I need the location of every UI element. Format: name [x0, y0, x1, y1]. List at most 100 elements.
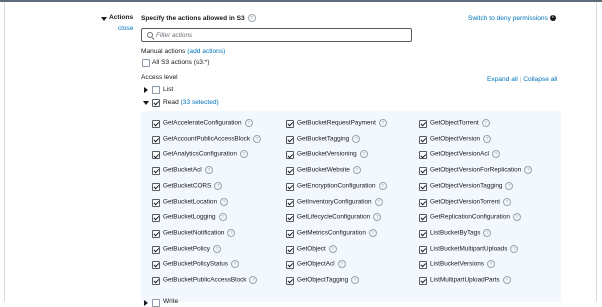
permission-checkbox[interactable]	[152, 167, 160, 176]
permission-item: GetObject?	[297, 244, 337, 253]
permission-checkbox[interactable]	[419, 277, 427, 285]
collapse-all-link[interactable]: Collapse all	[523, 76, 557, 83]
switch-to-deny-link[interactable]: Switch to deny permissions	[468, 15, 548, 22]
question-circle-icon[interactable]: ?	[481, 119, 490, 127]
permission-item: ListMultipartUploadParts?	[430, 276, 511, 284]
permission-checkbox[interactable]	[419, 182, 427, 191]
permission-checkbox[interactable]	[286, 135, 294, 144]
question-circle-icon[interactable]: ?	[502, 276, 511, 284]
permission-checkbox[interactable]	[419, 214, 427, 223]
actions-close-link[interactable]: close	[118, 25, 133, 32]
question-circle-icon[interactable]: ?	[328, 244, 337, 253]
permission-checkbox[interactable]	[286, 182, 294, 191]
actions-title-text: Specify the actions allowed in S3	[141, 14, 245, 22]
add-actions-link[interactable]: (add actions)	[187, 48, 225, 55]
permission-checkbox[interactable]	[152, 229, 160, 238]
question-circle-icon[interactable]: ?	[373, 213, 382, 222]
permission-checkbox[interactable]	[419, 229, 427, 238]
write-checkbox[interactable]	[152, 299, 160, 307]
permission-checkbox[interactable]	[286, 120, 294, 128]
all-s3-actions-checkbox[interactable]	[142, 59, 150, 67]
permission-checkbox[interactable]	[419, 198, 427, 207]
permission-checkbox[interactable]	[286, 277, 294, 285]
permission-label: GetLifecycleConfiguration	[297, 213, 371, 221]
question-circle-icon[interactable]: ?	[512, 213, 521, 222]
permission-checkbox[interactable]	[286, 198, 294, 207]
list-expand-caret[interactable]	[144, 87, 148, 93]
question-circle-icon[interactable]: ?	[487, 260, 495, 269]
filter-actions-input[interactable]	[156, 30, 406, 40]
question-circle-icon[interactable]: ?	[220, 197, 228, 206]
permission-checkbox[interactable]	[286, 151, 294, 160]
question-circle-icon[interactable]: ?	[483, 228, 492, 237]
read-collapse-caret[interactable]	[143, 101, 149, 105]
question-circle-icon[interactable]: ?	[231, 260, 240, 269]
question-circle-icon[interactable]: ?	[253, 134, 262, 143]
question-circle-icon[interactable]: ?	[351, 276, 360, 284]
question-circle-icon[interactable]: ?	[218, 213, 227, 222]
all-s3-actions-label: All S3 actions (s3:*)	[152, 59, 210, 66]
permission-item: GetBucketVersioning?	[297, 150, 368, 159]
permission-checkbox[interactable]	[152, 214, 160, 223]
info-circle-icon[interactable]: i	[549, 15, 556, 22]
permission-checkbox[interactable]	[419, 261, 427, 270]
permission-checkbox[interactable]	[152, 135, 160, 144]
question-circle-icon[interactable]: ?	[378, 181, 387, 190]
write-expand-caret[interactable]	[144, 300, 148, 306]
permission-checkbox[interactable]	[152, 277, 160, 285]
permission-checkbox[interactable]	[419, 245, 427, 254]
permission-item: GetObjectVersionAcl?	[430, 150, 500, 159]
question-circle-icon[interactable]: ?	[505, 181, 514, 190]
permission-label: ListBucketByTags	[430, 229, 481, 237]
question-circle-icon[interactable]: ?	[378, 119, 387, 127]
question-circle-icon[interactable]: ?	[359, 150, 368, 159]
question-circle-icon[interactable]: ?	[249, 276, 258, 284]
question-circle-icon[interactable]: ?	[214, 181, 223, 190]
permission-label: ListBucketVersions	[430, 260, 484, 268]
question-circle-icon[interactable]: ?	[244, 119, 253, 127]
question-circle-icon[interactable]: ?	[524, 166, 533, 175]
question-circle-icon[interactable]: ?	[368, 228, 377, 237]
permission-checkbox[interactable]	[152, 120, 160, 128]
permission-label: GetBucketVersioning	[297, 151, 357, 159]
actions-collapse-caret[interactable]	[101, 17, 107, 21]
list-checkbox[interactable]	[152, 86, 160, 94]
permission-checkbox[interactable]	[286, 167, 294, 176]
expand-all-link[interactable]: Expand all	[487, 76, 518, 83]
question-circle-icon[interactable]: ?	[491, 150, 500, 159]
permission-checkbox[interactable]	[152, 198, 160, 207]
permission-item: GetObjectVersionForReplication?	[430, 166, 533, 175]
permission-checkbox[interactable]	[286, 214, 294, 223]
question-circle-icon[interactable]: ?	[374, 197, 383, 206]
permission-item: GetBucketCORS?	[163, 181, 223, 190]
permission-item: GetBucketNotification?	[163, 228, 236, 237]
permission-checkbox[interactable]	[286, 261, 294, 270]
question-circle-icon[interactable]: ?	[212, 244, 221, 253]
permission-checkbox[interactable]	[152, 151, 160, 160]
question-circle-icon[interactable]: ?	[502, 197, 511, 206]
question-circle-icon[interactable]: ?	[483, 134, 492, 143]
read-selected-count[interactable]: (33 selected)	[181, 99, 219, 106]
permission-checkbox[interactable]	[419, 167, 427, 176]
question-circle-icon[interactable]: ?	[247, 14, 256, 22]
question-circle-icon[interactable]: ?	[510, 244, 519, 253]
permission-item: GetObjectTorrent?	[430, 119, 490, 127]
question-circle-icon[interactable]: ?	[204, 166, 213, 175]
permission-checkbox[interactable]	[152, 245, 160, 254]
read-checkbox[interactable]	[152, 99, 160, 107]
permission-label: GetBucketRequestPayment	[297, 119, 376, 127]
question-circle-icon[interactable]: ?	[352, 166, 361, 175]
permission-checkbox[interactable]	[152, 182, 160, 191]
permission-checkbox[interactable]	[152, 261, 160, 270]
permission-checkbox[interactable]	[419, 135, 427, 144]
question-circle-icon[interactable]: ?	[352, 134, 361, 143]
permission-checkbox[interactable]	[286, 229, 294, 238]
permission-checkbox[interactable]	[419, 120, 427, 128]
permission-label: ListBucketMultipartUploads	[430, 245, 508, 253]
permission-label: GetBucketPolicy	[163, 245, 210, 253]
permission-checkbox[interactable]	[286, 245, 294, 254]
question-circle-icon[interactable]: ?	[337, 260, 346, 269]
question-circle-icon[interactable]: ?	[239, 150, 248, 159]
permission-checkbox[interactable]	[419, 151, 427, 160]
question-circle-icon[interactable]: ?	[227, 228, 236, 237]
